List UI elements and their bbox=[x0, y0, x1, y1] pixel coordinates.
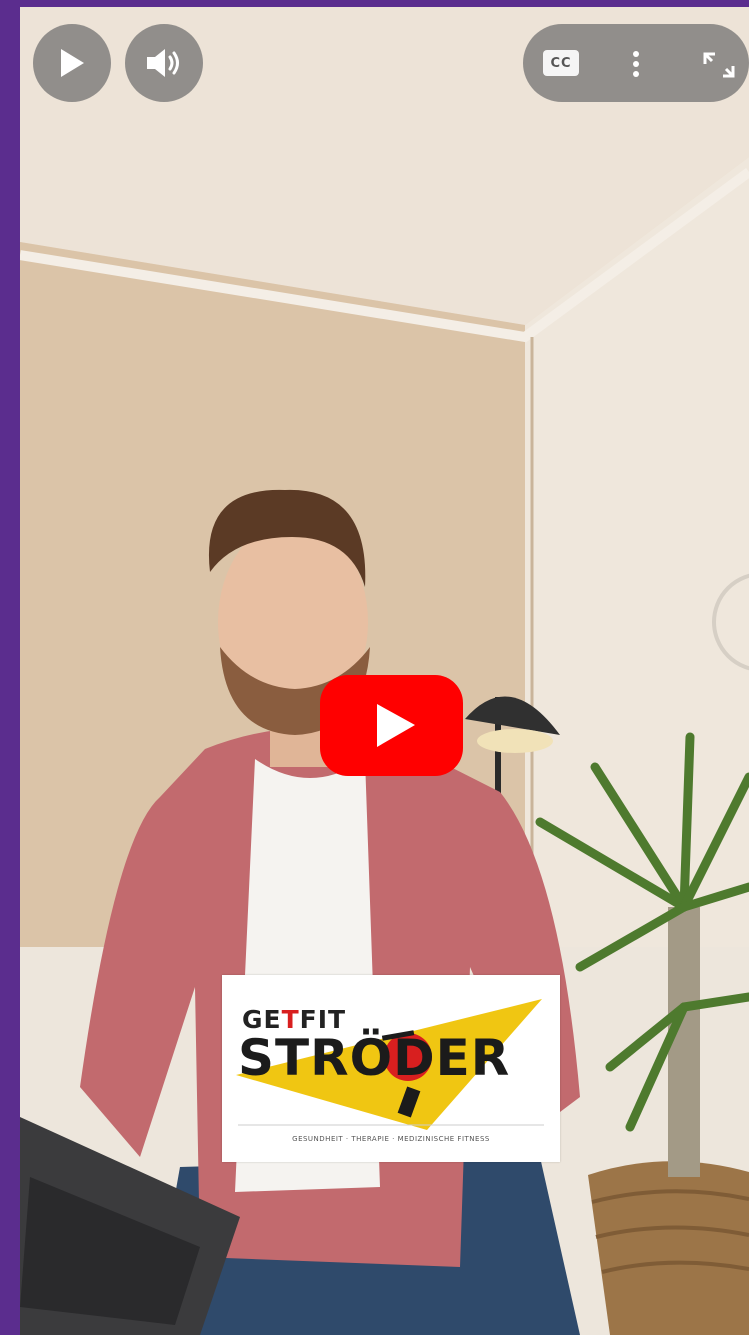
plant-pot bbox=[588, 1161, 749, 1335]
more-vertical-icon[interactable] bbox=[630, 50, 642, 78]
volume-button[interactable] bbox=[125, 24, 203, 102]
volume-icon bbox=[147, 49, 179, 77]
play-icon bbox=[61, 49, 84, 77]
logo-tagline: GESUNDHEIT · THERAPIE · MEDIZINISCHE FIT… bbox=[292, 1135, 490, 1143]
player-controls-right: CC bbox=[523, 24, 749, 102]
youtube-play-icon[interactable] bbox=[320, 675, 463, 776]
video-frame[interactable]: CC GETFIT STRÖDER GESUNDHEIT · THERAPIE … bbox=[20, 7, 749, 1335]
logo-name: STRÖDER bbox=[238, 1029, 511, 1087]
fullscreen-icon[interactable] bbox=[703, 52, 735, 78]
play-button[interactable] bbox=[33, 24, 111, 102]
captions-button[interactable]: CC bbox=[543, 50, 579, 76]
logo-card: GETFIT STRÖDER GESUNDHEIT · THERAPIE · M… bbox=[222, 975, 560, 1162]
lamp-bulb bbox=[477, 729, 553, 753]
